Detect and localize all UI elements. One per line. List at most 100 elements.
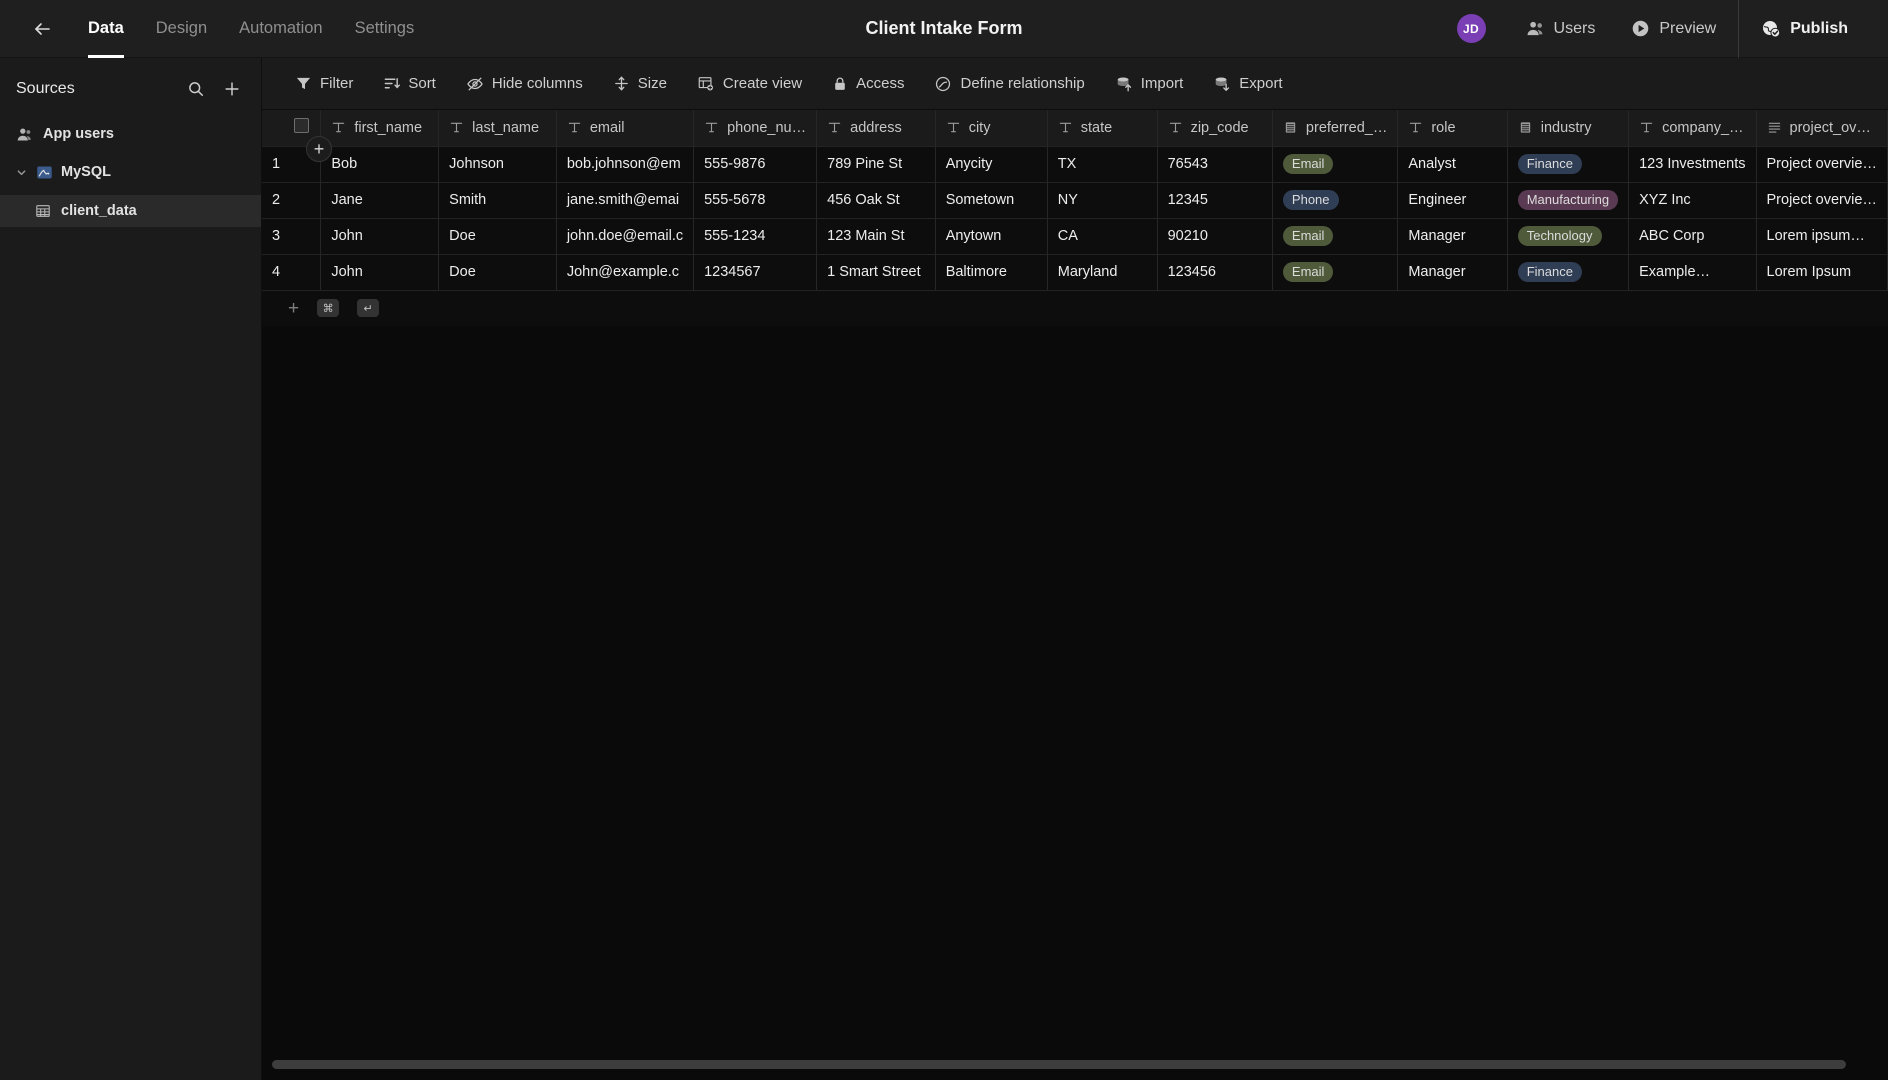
cell-company_[interactable]: ABC Corp	[1628, 218, 1757, 255]
export-button[interactable]: Export	[1198, 58, 1297, 110]
column-header-role[interactable]: role	[1397, 110, 1508, 147]
column-header-address[interactable]: address	[816, 110, 936, 147]
chevron-down-icon[interactable]	[14, 167, 28, 178]
table-row[interactable]: 3 John Doe john.doe@email.c 555-1234 123 Main…	[262, 218, 1888, 255]
cell-address[interactable]: 456 Oak St	[816, 182, 936, 219]
cell-email[interactable]: john.doe@email.c	[556, 218, 695, 255]
cell-zip_code[interactable]: 90210	[1157, 218, 1273, 255]
add-row-cell[interactable]: + ⌘ ↵	[262, 290, 1888, 326]
cell-email[interactable]: jane.smith@emai	[556, 182, 695, 219]
cell-project_ov[interactable]: Project overvie…	[1756, 146, 1888, 183]
cell-preferred_[interactable]: Email	[1272, 254, 1399, 291]
cell-last_name[interactable]: Smith	[438, 182, 557, 219]
cell-zip_code[interactable]: 123456	[1157, 254, 1273, 291]
size-button[interactable]: Size	[598, 58, 682, 110]
column-header-zip_code[interactable]: zip_code	[1157, 110, 1273, 147]
column-header-industry[interactable]: industry	[1507, 110, 1630, 147]
cell-preferred_[interactable]: Email	[1272, 146, 1399, 183]
cell-first_name[interactable]: Jane	[320, 182, 440, 219]
horizontal-scrollbar[interactable]	[272, 1060, 1878, 1069]
table-row[interactable]: 2 Jane Smith jane.smith@emai 555-5678 456 Oak…	[262, 182, 1888, 219]
cell-company_[interactable]: 123 Investments	[1628, 146, 1757, 183]
cell-city[interactable]: Sometown	[935, 182, 1048, 219]
cell-state[interactable]: CA	[1047, 218, 1158, 255]
create-view-button[interactable]: Create view	[682, 58, 817, 110]
back-button[interactable]	[20, 7, 64, 51]
cell-state[interactable]: Maryland	[1047, 254, 1158, 291]
access-button[interactable]: Access	[817, 58, 919, 110]
plus-icon[interactable]	[221, 78, 243, 100]
cell-state[interactable]: TX	[1047, 146, 1158, 183]
sidebar-item-client-data[interactable]: client_data	[0, 195, 261, 227]
cell-last_name[interactable]: Johnson	[438, 146, 557, 183]
sort-button[interactable]: Sort	[368, 58, 451, 110]
cell-role[interactable]: Engineer	[1397, 182, 1508, 219]
cell-first_name[interactable]: John	[320, 218, 440, 255]
add-row[interactable]: + ⌘ ↵	[262, 290, 1888, 326]
cell-industry[interactable]: Manufacturing	[1507, 182, 1630, 219]
column-header-last_name[interactable]: last_name	[438, 110, 557, 147]
column-header-email[interactable]: email	[556, 110, 695, 147]
cell-address[interactable]: 1 Smart Street	[816, 254, 936, 291]
cell-city[interactable]: Baltimore	[935, 254, 1048, 291]
cell-project_ov[interactable]: Project overvie…	[1756, 182, 1888, 219]
cell-role[interactable]: Manager	[1397, 254, 1508, 291]
select-all-checkbox[interactable]	[293, 118, 309, 134]
search-icon[interactable]	[185, 78, 207, 100]
cell-city[interactable]: Anycity	[935, 146, 1048, 183]
cell-last_name[interactable]: Doe	[438, 254, 557, 291]
cell-phone_nu[interactable]: 555-9876	[693, 146, 818, 183]
import-button[interactable]: Import	[1100, 58, 1199, 110]
data-grid-container[interactable]: + first_name last_name email phone_nu… addre…	[262, 110, 1888, 1080]
define-relationship-button[interactable]: Define relationship	[919, 58, 1099, 110]
preview-button[interactable]: Preview	[1613, 0, 1734, 58]
cell-phone_nu[interactable]: 1234567	[693, 254, 818, 291]
column-header-phone_nu[interactable]: phone_nu…	[693, 110, 818, 147]
cell-zip_code[interactable]: 12345	[1157, 182, 1273, 219]
tab-data[interactable]: Data	[72, 0, 140, 58]
column-header-project_ov[interactable]: project_ov…	[1756, 110, 1888, 147]
cell-city[interactable]: Anytown	[935, 218, 1048, 255]
cell-email[interactable]: John@example.c	[556, 254, 695, 291]
cell-role[interactable]: Analyst	[1397, 146, 1508, 183]
sidebar-item-mysql[interactable]: MySQL	[0, 156, 261, 188]
cell-phone_nu[interactable]: 555-1234	[693, 218, 818, 255]
publish-button[interactable]: Publish	[1743, 0, 1866, 58]
cell-phone_nu[interactable]: 555-5678	[693, 182, 818, 219]
table-row[interactable]: 4 John Doe John@example.c 1234567 1 Smart Str…	[262, 254, 1888, 291]
sidebar-item-app-users[interactable]: App users	[0, 118, 261, 150]
hide-columns-button[interactable]: Hide columns	[451, 58, 598, 110]
cell-email[interactable]: bob.johnson@em	[556, 146, 695, 183]
cell-industry[interactable]: Finance	[1507, 254, 1630, 291]
avatar[interactable]: JD	[1456, 14, 1486, 43]
column-header-company_[interactable]: company_…	[1628, 110, 1757, 147]
cell-project_ov[interactable]: Lorem ipsum…	[1756, 218, 1888, 255]
cell-project_ov[interactable]: Lorem Ipsum	[1756, 254, 1888, 291]
cell-last_name[interactable]: Doe	[438, 218, 557, 255]
table-row[interactable]: 1 Bob Johnson bob.johnson@em 555-9876 789 Pin…	[262, 146, 1888, 183]
cell-address[interactable]: 789 Pine St	[816, 146, 936, 183]
cell-industry[interactable]: Technology	[1507, 218, 1630, 255]
add-row-plus-icon[interactable]: +	[288, 299, 299, 318]
column-header-city[interactable]: city	[935, 110, 1048, 147]
tab-design[interactable]: Design	[140, 0, 223, 58]
cell-zip_code[interactable]: 76543	[1157, 146, 1273, 183]
add-column-button[interactable]: +	[306, 136, 332, 162]
column-header-preferred_[interactable]: preferred_…	[1272, 110, 1399, 147]
cell-company_[interactable]: Example…	[1628, 254, 1757, 291]
cell-first_name[interactable]: Bob	[320, 146, 440, 183]
cell-company_[interactable]: XYZ Inc	[1628, 182, 1757, 219]
cell-role[interactable]: Manager	[1397, 218, 1508, 255]
tab-automation[interactable]: Automation	[223, 0, 338, 58]
column-header-state[interactable]: state	[1047, 110, 1158, 147]
cell-first_name[interactable]: John	[320, 254, 440, 291]
tab-settings[interactable]: Settings	[339, 0, 431, 58]
users-button[interactable]: Users	[1508, 0, 1614, 58]
filter-button[interactable]: Filter	[280, 58, 368, 110]
cell-industry[interactable]: Finance	[1507, 146, 1630, 183]
column-header-first_name[interactable]: first_name	[320, 110, 440, 147]
cell-state[interactable]: NY	[1047, 182, 1158, 219]
horizontal-scrollbar-thumb[interactable]	[272, 1060, 1846, 1069]
cell-address[interactable]: 123 Main St	[816, 218, 936, 255]
cell-preferred_[interactable]: Phone	[1272, 182, 1399, 219]
